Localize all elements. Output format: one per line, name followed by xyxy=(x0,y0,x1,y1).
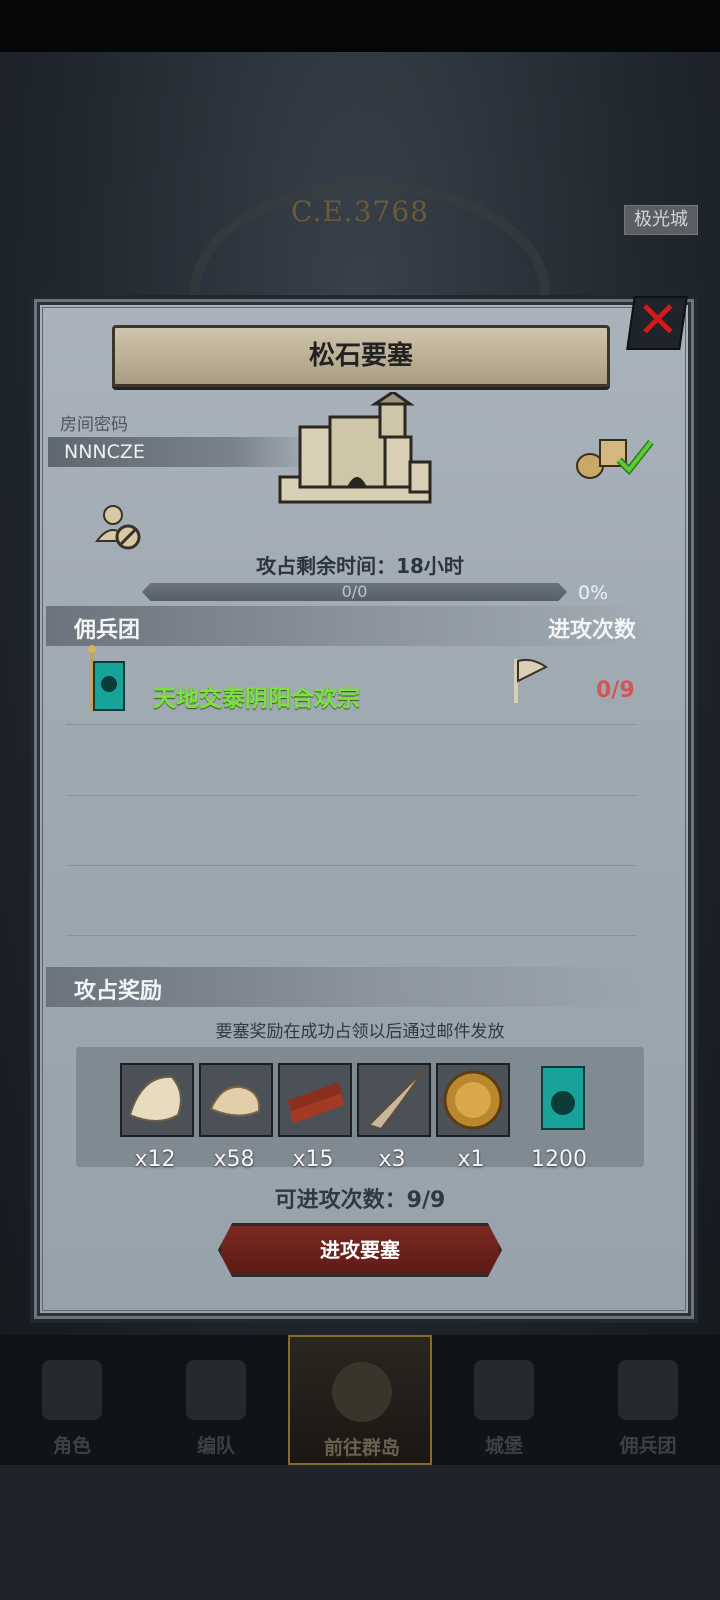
nav-label: 前往群岛 xyxy=(323,1437,400,1459)
white-fur-icon xyxy=(122,1065,192,1135)
reward-qty: x12 xyxy=(134,1147,176,1172)
knight-icon xyxy=(42,1360,102,1420)
capture-time-remaining: 攻占剩余时间：18小时 xyxy=(256,554,464,578)
list-divider xyxy=(66,795,636,796)
list-divider xyxy=(66,865,636,866)
close-icon: ✕ xyxy=(636,291,679,349)
reward-item[interactable] xyxy=(278,1063,352,1137)
guild-banner-icon xyxy=(88,645,125,712)
wood-planks-icon xyxy=(280,1065,350,1135)
nav-item-islands[interactable]: 前往群岛 xyxy=(288,1335,432,1465)
close-button[interactable]: ✕ xyxy=(626,291,688,350)
compass-icon xyxy=(332,1362,392,1422)
room-password-label: 房间密码 xyxy=(60,415,128,435)
bottom-background xyxy=(0,1465,720,1600)
attack-count-header: 进攻次数 xyxy=(548,618,637,643)
helmet-icon xyxy=(186,1360,246,1420)
reward-item[interactable] xyxy=(120,1063,194,1137)
status-bar xyxy=(0,0,720,52)
reward-qty: x15 xyxy=(292,1147,334,1172)
guild-banner-icon xyxy=(541,1066,585,1130)
capture-progress-percent: 0% xyxy=(578,582,609,604)
reward-qty: x1 xyxy=(457,1147,485,1172)
hide-leather-icon xyxy=(201,1065,271,1135)
attack-fortress-button[interactable]: 进攻要塞 xyxy=(218,1223,502,1277)
list-divider xyxy=(66,935,636,936)
helmet-medal-icon xyxy=(438,1065,508,1135)
reward-item[interactable] xyxy=(199,1063,273,1137)
nav-item-formation[interactable]: 编队 xyxy=(144,1335,288,1465)
nav-item-character[interactable]: 角色 xyxy=(0,1335,144,1465)
nav-label: 城堡 xyxy=(484,1435,523,1457)
reward-item[interactable] xyxy=(436,1063,510,1137)
nav-item-mercenary[interactable]: 佣兵团 xyxy=(576,1335,720,1465)
guild-name[interactable]: 天地交泰阴阳合欢宗 xyxy=(153,679,360,713)
nav-label: 佣兵团 xyxy=(619,1435,677,1457)
guild-attack-count: 0/9 xyxy=(596,678,635,703)
nav-item-castle[interactable]: 城堡 xyxy=(432,1335,576,1465)
ship-icon xyxy=(618,1360,678,1420)
available-attacks: 可进攻次数：9/9 xyxy=(274,1188,446,1213)
reward-note: 要塞奖励在成功占领以后通过邮件发放 xyxy=(215,1022,505,1042)
castle-icon xyxy=(474,1360,534,1420)
nav-label: 角色 xyxy=(52,1435,91,1457)
fortress-icon xyxy=(278,392,432,504)
reward-qty: x3 xyxy=(378,1147,406,1172)
capture-progress-bar: 0/0 xyxy=(142,583,567,601)
flag-icon xyxy=(514,658,548,703)
no-join-icon[interactable] xyxy=(95,503,143,551)
reward-qty: 1200 xyxy=(531,1147,587,1172)
reward-item[interactable] xyxy=(528,1063,598,1133)
nav-label: 编队 xyxy=(196,1435,235,1457)
horn-icon xyxy=(359,1065,429,1135)
mercenary-header: 佣兵团 xyxy=(74,618,141,643)
rewards-header: 攻占奖励 xyxy=(74,979,163,1004)
reward-item[interactable] xyxy=(357,1063,431,1137)
city-label[interactable]: 极光城 xyxy=(624,205,698,235)
capture-progress-text: 0/0 xyxy=(341,582,368,601)
list-divider xyxy=(66,724,636,725)
year-label: C.E.3768 xyxy=(291,195,429,228)
loot-claimed-icon[interactable] xyxy=(575,434,655,480)
fortress-title: 松石要塞 xyxy=(112,325,610,387)
reward-qty: x58 xyxy=(213,1147,255,1172)
